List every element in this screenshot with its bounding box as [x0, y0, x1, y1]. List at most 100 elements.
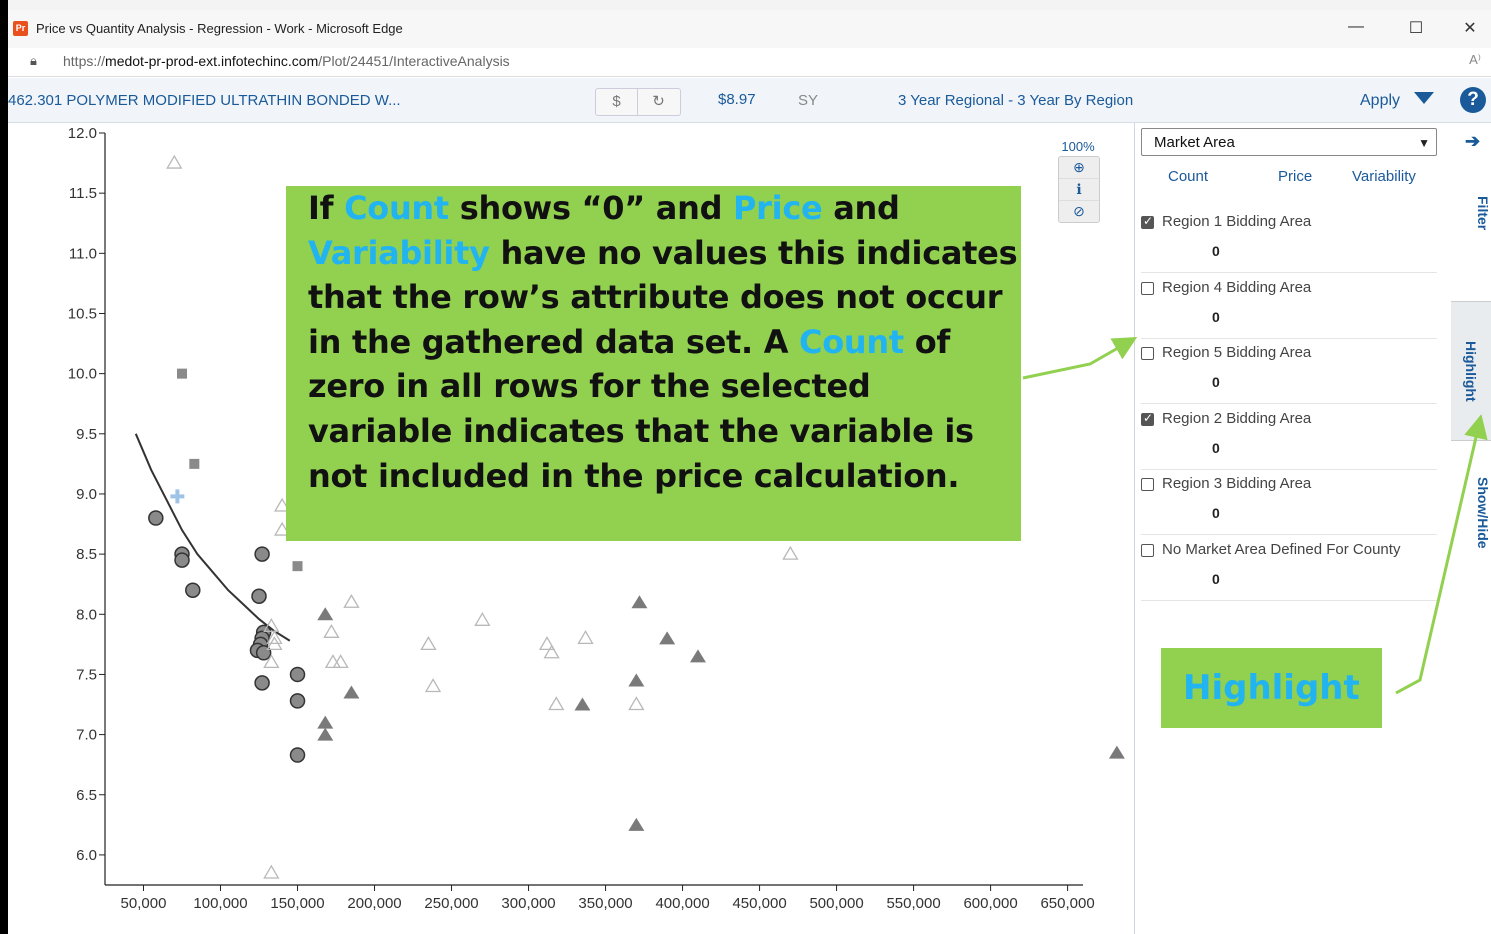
row-label[interactable]: Region 2 Bidding Area	[1162, 410, 1311, 427]
callout-highlight-word: Count	[344, 189, 449, 227]
data-point-circle	[289, 747, 306, 763]
price-button-group: $ ↻	[595, 88, 681, 116]
row-checkbox[interactable]	[1141, 411, 1154, 426]
x-tick-label: 250,000	[424, 895, 478, 912]
header-count[interactable]: Count	[1168, 168, 1208, 185]
highlight-callout: Highlight	[1161, 648, 1382, 728]
data-point-triangle-filled	[659, 631, 676, 645]
x-tick-label: 50,000	[121, 895, 167, 912]
data-point-triangle-open	[420, 636, 437, 651]
y-tick-label: 6.5	[76, 787, 97, 804]
x-tick-label: 150,000	[270, 895, 324, 912]
data-point-circle	[148, 510, 164, 526]
row-label[interactable]: Region 1 Bidding Area	[1162, 213, 1311, 230]
row-checkbox[interactable]	[1141, 347, 1154, 360]
y-tick-label: 9.5	[76, 426, 97, 443]
row-checkbox[interactable]	[1141, 478, 1154, 491]
lock-icon[interactable]: 🔒︎	[30, 53, 37, 69]
callout-highlight-word: Count	[799, 322, 904, 361]
market-area-dropdown[interactable]: Market Area ▼	[1141, 128, 1437, 156]
y-tick-label: 12.0	[68, 125, 97, 142]
zoom-controls: 100% ⊕ ℹ ⊘	[1055, 139, 1101, 223]
row-checkbox[interactable]	[1141, 543, 1154, 557]
address-bar[interactable]: 🔒︎ https://medot-pr-prod-ext.infotechinc…	[8, 48, 1491, 77]
help-icon[interactable]: ?	[1460, 87, 1486, 113]
data-point-square	[189, 458, 200, 469]
reset-zoom-icon[interactable]: ⊘	[1059, 201, 1099, 222]
y-tick-label: 8.0	[76, 606, 97, 623]
data-point-triangle-open	[166, 154, 183, 169]
close-button[interactable]: ✕	[1455, 18, 1485, 38]
x-tick-label: 600,000	[963, 895, 1017, 912]
zoom-level: 100%	[1061, 139, 1095, 154]
row-label[interactable]: Region 4 Bidding Area	[1162, 279, 1311, 296]
tab-show-hide[interactable]: Show/Hide	[1451, 468, 1491, 558]
header-variability[interactable]: Variability	[1352, 168, 1416, 185]
market-area-row[interactable]: Region 5 Bidding Area 0	[1141, 338, 1437, 404]
analysis-toolbar: 462.301 POLYMER MODIFIED ULTRATHIN BONDE…	[8, 78, 1491, 123]
row-label[interactable]: No Market Area Defined For County	[1162, 541, 1400, 558]
data-point-triangle-open	[263, 864, 280, 879]
minimize-button[interactable]: —	[1341, 18, 1371, 36]
callout-text: shows “0” and	[448, 189, 734, 227]
header-price[interactable]: Price	[1278, 168, 1312, 185]
y-tick-label: 9.0	[76, 486, 97, 503]
row-count: 0	[1212, 570, 1220, 587]
url-text[interactable]: https://medot-pr-prod-ext.infotechinc.co…	[63, 53, 510, 69]
zoom-in-icon[interactable]: ⊕	[1059, 157, 1099, 179]
row-checkbox[interactable]	[1141, 281, 1154, 295]
market-area-row[interactable]: Region 4 Bidding Area 0	[1141, 273, 1437, 339]
data-point-triangle-filled	[317, 607, 334, 621]
refresh-button[interactable]: ↻	[638, 89, 679, 115]
data-point-triangle-filled	[343, 685, 360, 699]
data-point-triangle-open	[323, 624, 340, 638]
data-point-circle	[254, 675, 270, 691]
y-tick-label: 10.0	[68, 366, 97, 383]
read-aloud-icon[interactable]: A⁾	[1469, 52, 1481, 68]
browser-window: Pr Price vs Quantity Analysis - Regressi…	[8, 0, 1491, 934]
tab-highlight[interactable]: Highlight	[1451, 301, 1491, 441]
data-point-triangle-filled	[317, 715, 334, 729]
market-area-row[interactable]: Region 2 Bidding Area 0	[1141, 404, 1437, 470]
side-tabs: ➔ Filter Highlight Show/Hide	[1451, 123, 1491, 934]
dropdown-value: Market Area	[1154, 134, 1235, 151]
y-tick-label: 10.5	[68, 305, 97, 322]
x-tick-label: 450,000	[732, 895, 786, 912]
data-point-square	[177, 368, 188, 379]
market-area-row[interactable]: Region 3 Bidding Area 0	[1141, 469, 1437, 535]
data-point-triangle-open	[628, 696, 645, 711]
regional-period[interactable]: 3 Year Regional - 3 Year By Region	[898, 92, 1133, 109]
data-point-plus	[170, 489, 185, 504]
callout-text: and	[822, 189, 900, 227]
row-label[interactable]: Region 5 Bidding Area	[1162, 344, 1311, 361]
window-title: Price vs Quantity Analysis - Regression …	[36, 21, 403, 36]
market-area-row[interactable]: No Market Area Defined For County 0	[1141, 535, 1437, 601]
collapse-arrow-icon[interactable]: ➔	[1465, 131, 1480, 152]
data-point-triangle-open	[424, 678, 442, 693]
data-point-triangle-open	[474, 612, 491, 626]
market-area-row[interactable]: Region 1 Bidding Area 0	[1141, 207, 1437, 273]
data-point-circle	[289, 666, 306, 683]
row-count: 0	[1212, 505, 1220, 521]
data-point-triangle-filled	[628, 817, 645, 831]
row-checkbox[interactable]	[1141, 214, 1154, 229]
y-tick-label: 11.5	[69, 185, 97, 202]
data-point-triangle-open	[343, 593, 360, 608]
x-tick-label: 400,000	[655, 895, 709, 912]
data-point-triangle-filled	[628, 673, 645, 687]
data-point-triangle-filled	[574, 697, 591, 711]
row-label[interactable]: Region 3 Bidding Area	[1162, 475, 1311, 492]
unit-label: SY	[798, 92, 819, 109]
unit-price: $8.97	[718, 91, 756, 108]
dollar-button[interactable]: $	[596, 89, 638, 115]
data-point-triangle-open	[577, 630, 594, 644]
maximize-button[interactable]: ☐	[1401, 18, 1431, 38]
apply-dropdown-icon[interactable]	[1414, 92, 1434, 104]
info-icon[interactable]: ℹ	[1059, 179, 1099, 201]
tab-filter[interactable]: Filter	[1451, 183, 1491, 243]
chevron-down-icon: ▼	[1418, 136, 1430, 150]
scatter-plot-area[interactable]: 6.0 6.5 7.0 7.5 8.0 8.5 9.0 9.5 10.0 10.5 11.0 11.5…	[8, 123, 1133, 934]
data-point-circle	[251, 588, 267, 604]
apply-button[interactable]: Apply	[1360, 92, 1400, 110]
item-name[interactable]: 462.301 POLYMER MODIFIED ULTRATHIN BONDE…	[8, 92, 401, 109]
